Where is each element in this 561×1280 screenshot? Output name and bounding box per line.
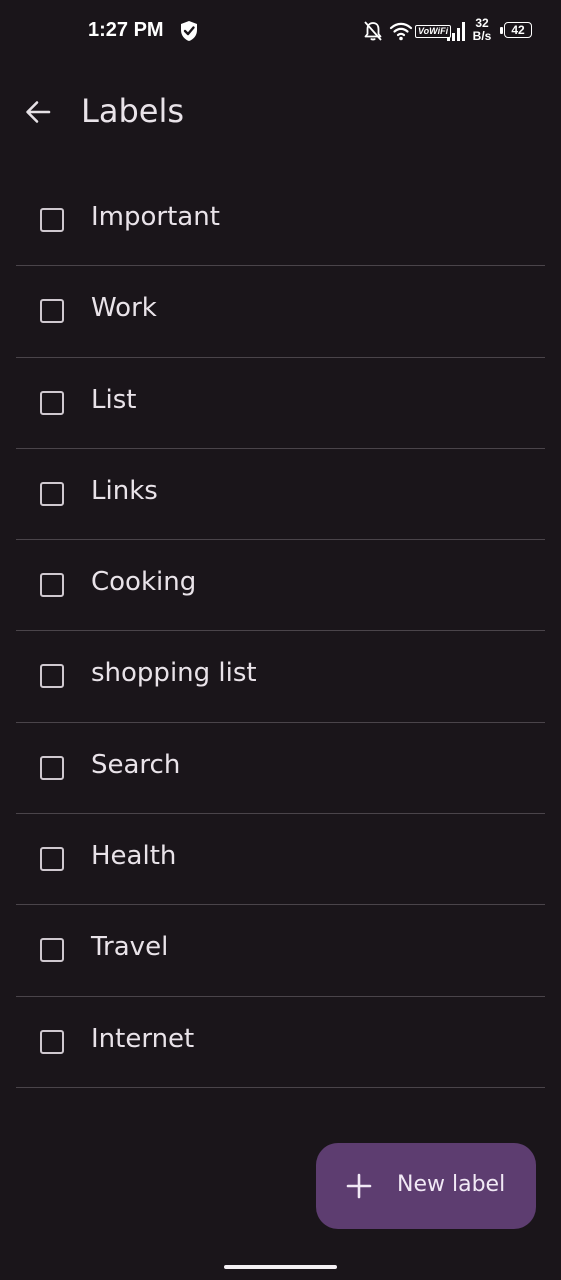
label-checkbox[interactable] bbox=[40, 208, 64, 232]
label-name: Important bbox=[91, 202, 220, 232]
shield-check-icon bbox=[181, 21, 197, 41]
label-checkbox[interactable] bbox=[40, 573, 64, 598]
label-name: shopping list bbox=[91, 658, 257, 689]
list-item[interactable]: Work bbox=[16, 266, 545, 358]
back-button[interactable] bbox=[12, 86, 64, 138]
list-item[interactable]: Links bbox=[16, 449, 545, 541]
label-name: List bbox=[91, 384, 137, 415]
network-speed: 32 B/s bbox=[470, 17, 494, 43]
label-checkbox[interactable] bbox=[40, 938, 64, 963]
list-item[interactable]: List bbox=[16, 358, 545, 449]
status-bar: 1:27 PM VoWiFi 32 B/s 42 bbox=[0, 0, 561, 64]
list-item[interactable]: Cooking bbox=[16, 540, 545, 632]
signal-icon bbox=[447, 22, 465, 41]
label-name: Internet bbox=[91, 1023, 195, 1054]
label-name: Cooking bbox=[91, 567, 197, 598]
battery-level: 42 bbox=[511, 23, 525, 37]
label-name: Links bbox=[91, 475, 158, 506]
network-speed-unit: B/s bbox=[472, 29, 492, 43]
wifi-icon bbox=[389, 22, 413, 41]
list-item[interactable]: Health bbox=[16, 814, 545, 906]
plus-icon bbox=[346, 1173, 372, 1199]
list-item[interactable]: Important bbox=[16, 175, 545, 267]
list-item[interactable]: Travel bbox=[16, 905, 545, 997]
label-name: Search bbox=[91, 749, 181, 780]
label-checkbox[interactable] bbox=[40, 664, 64, 689]
bell-off-icon bbox=[364, 21, 382, 41]
label-checkbox[interactable] bbox=[40, 755, 64, 780]
label-list: Important Work List Links Cooking shoppi… bbox=[16, 175, 545, 1088]
arrow-back-icon bbox=[26, 101, 51, 123]
label-name: Health bbox=[91, 841, 177, 872]
label-name: Travel bbox=[91, 932, 169, 963]
vowifi-badge: VoWiFi bbox=[415, 25, 452, 38]
list-item[interactable]: Search bbox=[16, 723, 545, 815]
label-checkbox[interactable] bbox=[40, 299, 64, 324]
list-item[interactable]: Internet bbox=[16, 997, 545, 1088]
new-label-button-label: New label bbox=[397, 1172, 506, 1197]
page-title: Labels bbox=[81, 92, 184, 130]
label-checkbox[interactable] bbox=[40, 1029, 64, 1054]
list-item[interactable]: shopping list bbox=[16, 631, 545, 723]
app-bar: Labels bbox=[0, 80, 561, 148]
label-checkbox[interactable] bbox=[40, 390, 64, 415]
label-checkbox[interactable] bbox=[40, 847, 64, 872]
status-time: 1:27 PM bbox=[88, 19, 164, 41]
battery-icon: 42 bbox=[500, 22, 534, 40]
label-checkbox[interactable] bbox=[40, 481, 64, 506]
label-name: Work bbox=[91, 293, 157, 324]
gesture-nav-handle[interactable] bbox=[224, 1265, 337, 1269]
new-label-button[interactable]: New label bbox=[316, 1143, 536, 1229]
